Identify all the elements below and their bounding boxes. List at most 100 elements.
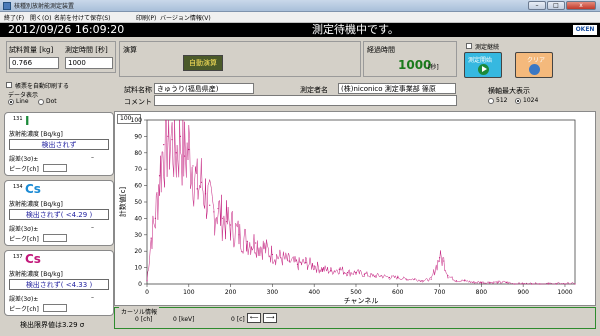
continuous-checkbox[interactable]	[466, 43, 472, 49]
cs134-error-value: –	[91, 224, 94, 231]
menu-print[interactable]: 印刷(P)	[136, 13, 156, 22]
time-label: 測定時間 [秒]	[65, 46, 108, 54]
clear-button[interactable]: クリア	[515, 52, 553, 78]
auto-print-label: 帳票を自動印刷する	[15, 83, 70, 90]
data-point-60	[556, 283, 558, 285]
data-point-36	[363, 273, 365, 275]
window-titlebar: 核種別放射能測定装置 – □ x	[0, 0, 600, 12]
sample-settings-panel: 試料質量 [kg] 0.766 測定時間 [秒] 1000	[6, 41, 116, 73]
start-measure-button[interactable]: 測定開始	[464, 52, 502, 78]
axis-1024-label: 1024	[523, 97, 539, 104]
data-point-35	[355, 271, 357, 274]
close-button[interactable]: x	[566, 1, 596, 10]
operator-label: 測定者名	[300, 86, 328, 94]
x-tick-label-7: 700	[434, 289, 446, 296]
plot-area	[146, 119, 576, 285]
data-point-12	[196, 188, 198, 190]
data-point-53	[497, 281, 499, 283]
i131-error-value: –	[91, 154, 94, 161]
oken-logo: OKEN	[573, 25, 597, 35]
data-point-42	[413, 278, 416, 280]
maximize-button[interactable]: □	[547, 1, 565, 10]
i131-symbol: I	[25, 114, 30, 128]
data-point-52	[489, 281, 491, 283]
minimize-button[interactable]: –	[528, 1, 546, 10]
datetime-display: 2012/09/26 16:09:20	[8, 23, 125, 36]
cs137-error-label: 誤差(3σ)±	[9, 296, 39, 303]
cursor-count: 0 [c]	[231, 316, 245, 323]
cs134-error-label: 誤差(3σ)±	[9, 226, 39, 233]
operator-input[interactable]: (株)niconico 測定事業部 篠原	[338, 83, 456, 94]
menu-version[interactable]: バージョン情報(V)	[160, 13, 211, 22]
axis-512-label: 512	[496, 97, 508, 104]
cursor-right-button[interactable]: ⟶	[263, 313, 277, 323]
cs137-peak-box	[43, 304, 67, 312]
auto-print-checkbox[interactable]	[6, 82, 12, 88]
calc-label: 演算	[123, 46, 137, 54]
y-tick-label-6: 60	[134, 183, 142, 190]
data-point-51	[480, 281, 482, 283]
data-point-20	[229, 224, 232, 226]
axis-512-radio[interactable]	[488, 98, 494, 104]
data-point-34	[347, 271, 349, 274]
data-point-21	[238, 234, 240, 236]
x-tick-label-4: 400	[308, 289, 320, 296]
data-point-33	[338, 268, 340, 270]
i131-result: 検出されず	[9, 139, 109, 150]
x-tick-label-6: 600	[392, 289, 404, 296]
y-tick-label-4: 40	[134, 215, 142, 222]
axis-max-label: 横軸最大表示	[488, 87, 530, 95]
time-input[interactable]: 1000	[65, 57, 113, 69]
play-arrow	[482, 66, 487, 72]
cs137-mass: 137	[13, 254, 23, 260]
data-point-39	[388, 276, 391, 279]
sample-name-input[interactable]: きゅうり(福島県産)	[154, 83, 254, 94]
data-point-47	[447, 275, 449, 277]
isotope-panel-cs134: 134 Cs 放射能濃度 [Bq/kg] 検出されず( <4.29 ) 誤差(3…	[4, 180, 114, 246]
data-point-7	[175, 152, 177, 154]
y-tick-label-0: 0	[138, 281, 142, 288]
menu-save-as[interactable]: 名前を付けて保存(S)	[54, 13, 111, 22]
data-point-32	[330, 270, 332, 272]
cursor-left-button[interactable]: ⟵	[247, 313, 261, 323]
data-point-49	[464, 280, 466, 282]
data-point-31	[321, 268, 324, 270]
y-axis-label: 計数値[c]	[118, 187, 127, 218]
data-point-9	[184, 155, 186, 157]
cs134-peak-box	[43, 234, 67, 242]
data-point-10	[188, 148, 190, 151]
data-point-55	[514, 283, 516, 285]
x-axis-label: チャンネル	[344, 297, 379, 305]
cursor-title: カーソル情報	[119, 307, 160, 316]
data-point-23	[255, 242, 257, 244]
cursor-ch: 0 [ch]	[135, 316, 153, 323]
data-point-45	[438, 257, 441, 259]
data-point-44	[430, 278, 432, 280]
app-icon	[3, 2, 11, 10]
axis-1024-radio[interactable]	[515, 98, 521, 104]
auto-calc-button[interactable]: 自動演算	[183, 55, 223, 71]
y-tick-label-9: 90	[134, 133, 142, 140]
data-point-48	[455, 280, 457, 282]
elapsed-value: 1000	[398, 58, 432, 72]
data-point-11	[192, 165, 194, 167]
data-point-27	[288, 260, 290, 262]
y-tick-label-1: 10	[134, 265, 142, 272]
data-point-43	[422, 280, 424, 282]
x-tick-label-8: 800	[476, 289, 488, 296]
line-radio[interactable]	[8, 99, 14, 105]
cs134-conc-label: 放射能濃度 [Bq/kg]	[9, 201, 63, 208]
cs137-result: 検出されず( <4.33 )	[9, 279, 109, 290]
cs137-peak-label: ピーク[ch]	[9, 306, 39, 313]
data-point-22	[246, 240, 248, 242]
data-point-59	[547, 283, 549, 285]
weight-input[interactable]: 0.766	[9, 57, 59, 69]
menu-exit[interactable]: 終了(F)	[4, 13, 24, 22]
detection-limit: 検出限界値は3.29 σ	[20, 321, 85, 329]
x-tick-label-5: 500	[350, 289, 362, 296]
dot-radio[interactable]	[38, 99, 44, 105]
cs134-mass: 134	[13, 184, 23, 190]
i131-mass: 131	[13, 116, 23, 122]
menu-open[interactable]: 開く(O)	[30, 13, 51, 22]
comment-input[interactable]	[154, 95, 457, 106]
